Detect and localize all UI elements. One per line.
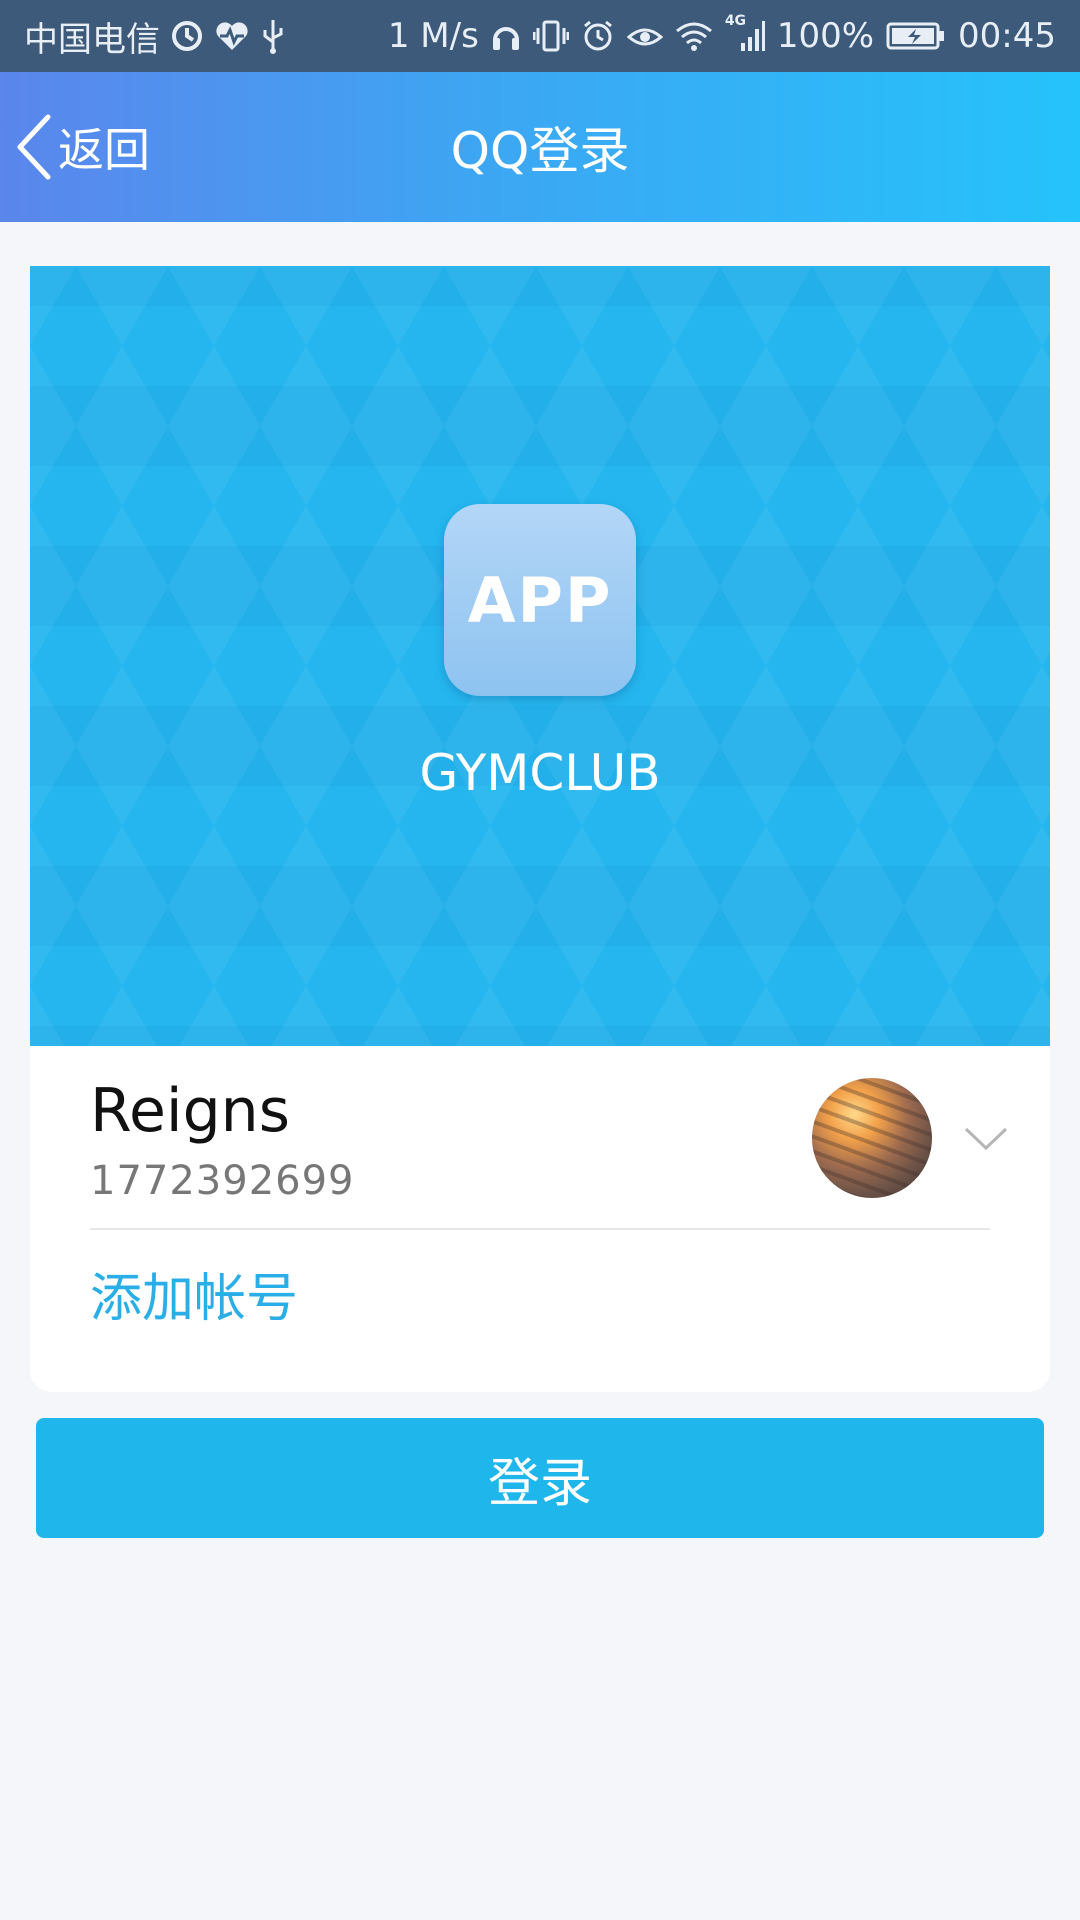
battery-icon bbox=[886, 21, 946, 51]
network-type-label: 4G bbox=[724, 13, 747, 29]
usb-icon bbox=[260, 18, 286, 54]
clock: 00:45 bbox=[958, 16, 1056, 56]
account-name: Reigns bbox=[90, 1076, 290, 1146]
avatar-photo bbox=[812, 1078, 932, 1198]
account-row[interactable]: Reigns 1772392699 bbox=[90, 1046, 1008, 1230]
app-name: GYMCLUB bbox=[419, 744, 661, 802]
add-account-link[interactable]: 添加帐号 bbox=[90, 1256, 298, 1331]
health-icon bbox=[214, 20, 250, 52]
alarm-icon bbox=[581, 19, 615, 53]
carrier-label: 中国电信 bbox=[24, 19, 160, 60]
eye-icon bbox=[626, 21, 663, 51]
login-button[interactable]: 登录 bbox=[36, 1418, 1044, 1538]
headset-icon bbox=[491, 20, 521, 52]
page-title: QQ登录 bbox=[450, 122, 630, 180]
app-icon: APP bbox=[444, 504, 636, 696]
wifi-icon bbox=[675, 20, 713, 52]
signal-icon: 4G bbox=[725, 13, 765, 53]
back-label: 返回 bbox=[58, 123, 150, 177]
status-bar: 中国电信 1 M/s 4G 100% 00:45 bbox=[0, 0, 1080, 72]
status-left: 中国电信 bbox=[24, 12, 286, 61]
vibrate-icon bbox=[532, 19, 569, 53]
avatar bbox=[812, 1078, 932, 1198]
account-dropdown[interactable] bbox=[958, 1114, 1014, 1164]
nav-bar: 返回 QQ登录 bbox=[0, 72, 1080, 222]
network-speed: 1 M/s bbox=[387, 16, 479, 56]
app-banner: APP GYMCLUB bbox=[30, 266, 1050, 1046]
chevron-down-icon bbox=[963, 1126, 1009, 1152]
login-card: APP GYMCLUB Reigns 1772392699 添加帐号 bbox=[30, 266, 1050, 1392]
account-number: 1772392699 bbox=[90, 1158, 355, 1204]
status-right: 1 M/s 4G 100% 00:45 bbox=[387, 13, 1056, 56]
back-button[interactable]: 返回 bbox=[14, 72, 150, 222]
chevron-left-icon bbox=[14, 113, 54, 181]
sync-icon bbox=[170, 19, 204, 53]
battery-percent: 100% bbox=[776, 16, 875, 56]
